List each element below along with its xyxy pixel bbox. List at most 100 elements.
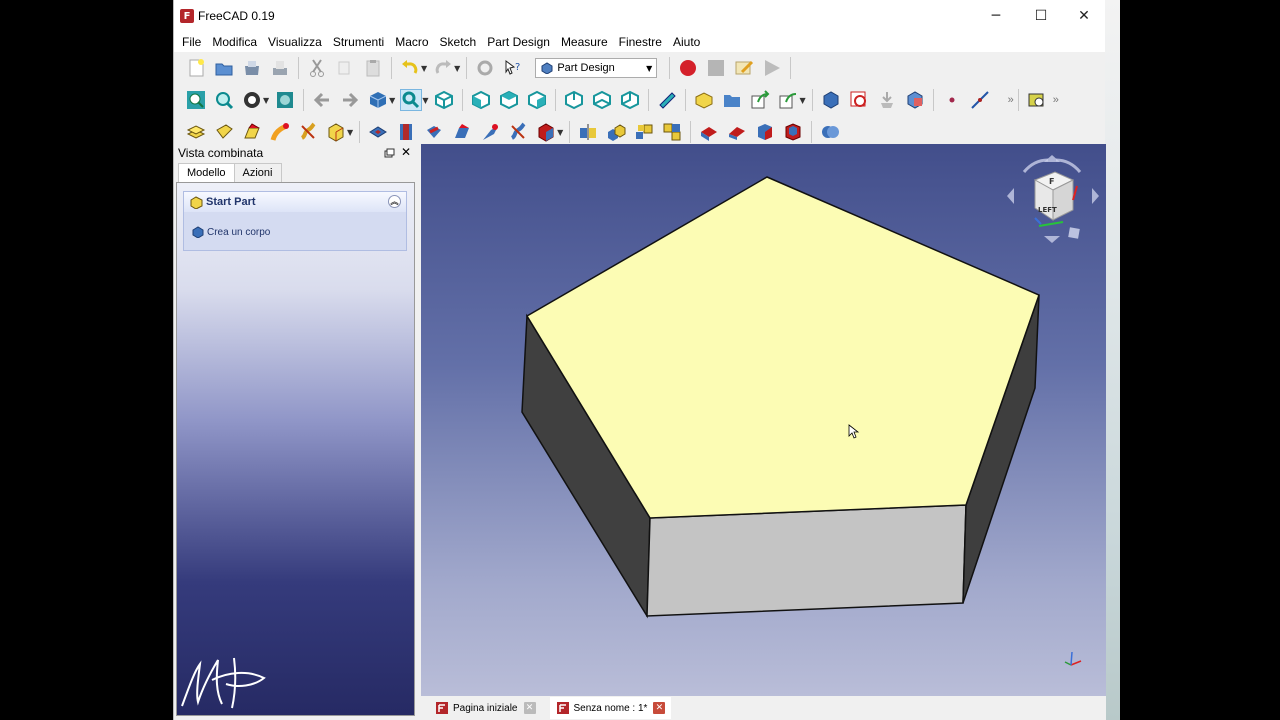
zoom-icon[interactable] xyxy=(400,89,423,111)
refresh-icon[interactable] xyxy=(474,57,496,79)
create-group-icon[interactable] xyxy=(721,89,743,111)
std-views-icon[interactable] xyxy=(367,89,389,111)
mirrored-icon[interactable] xyxy=(577,121,599,143)
collapse-chevron-icon[interactable]: ︽ xyxy=(388,195,401,208)
additive-pipe-icon[interactable] xyxy=(269,121,291,143)
view-isometric-icon[interactable] xyxy=(433,89,455,111)
bounding-box-icon[interactable] xyxy=(274,89,296,111)
subtractive-loft-icon[interactable] xyxy=(451,121,473,143)
paste-icon[interactable] xyxy=(362,57,384,79)
view-rear-icon[interactable] xyxy=(563,89,585,111)
macro-stop-icon[interactable] xyxy=(705,57,727,79)
zoom-dropdown-icon[interactable]: ▼ xyxy=(422,96,428,105)
measure-distance-icon[interactable] xyxy=(656,89,678,111)
close-tab-icon[interactable]: ✕ xyxy=(653,702,666,714)
subtractive-primitive-icon[interactable] xyxy=(535,121,557,143)
toolbar-overflow-icon-2[interactable]: » xyxy=(1053,94,1059,106)
toolbar-overflow-icon[interactable]: » xyxy=(1008,94,1014,106)
groove-icon[interactable] xyxy=(423,121,445,143)
boolean-icon[interactable] xyxy=(819,121,841,143)
create-line-icon[interactable] xyxy=(969,89,991,111)
new-document-icon[interactable] xyxy=(185,57,207,79)
pad-icon[interactable] xyxy=(185,121,207,143)
view-left-icon[interactable] xyxy=(619,89,641,111)
menu-help[interactable]: Aiuto xyxy=(667,35,705,49)
additive-helix-icon[interactable] xyxy=(297,121,319,143)
forward-arrow-icon[interactable] xyxy=(339,89,361,111)
minimize-button[interactable]: ─ xyxy=(974,0,1018,32)
undo-icon[interactable] xyxy=(399,57,421,79)
std-views-dropdown-icon[interactable]: ▼ xyxy=(389,96,395,105)
link-actions-dropdown-icon[interactable]: ▼ xyxy=(799,96,805,105)
create-part-icon[interactable] xyxy=(693,89,715,111)
menu-part-design[interactable]: Part Design xyxy=(481,35,555,49)
redo-dropdown-icon[interactable]: ▼ xyxy=(454,64,460,73)
validate-sketch-icon[interactable] xyxy=(876,89,898,111)
save-icon[interactable] xyxy=(241,57,263,79)
additive-primitive-dropdown-icon[interactable]: ▼ xyxy=(347,128,353,137)
fillet-icon[interactable] xyxy=(698,121,720,143)
draw-style-dropdown-icon[interactable]: ▼ xyxy=(263,96,269,105)
menu-sketch[interactable]: Sketch xyxy=(434,35,482,49)
menu-macro[interactable]: Macro xyxy=(389,35,433,49)
shape-binder-icon[interactable] xyxy=(904,89,926,111)
macro-edit-icon[interactable] xyxy=(733,57,755,79)
undo-dropdown-icon[interactable]: ▼ xyxy=(421,64,427,73)
close-button[interactable]: ✕ xyxy=(1062,0,1106,32)
view-bottom-icon[interactable] xyxy=(591,89,613,111)
draft-icon[interactable] xyxy=(754,121,776,143)
subtractive-helix-icon[interactable] xyxy=(507,121,529,143)
macro-record-icon[interactable] xyxy=(677,57,699,79)
view-top-icon[interactable] xyxy=(498,89,520,111)
multi-transform-icon[interactable] xyxy=(661,121,683,143)
tab-untitled-document[interactable]: Senza nome : 1* ✕ xyxy=(549,697,672,719)
whats-this-icon[interactable]: ? xyxy=(502,57,524,79)
tab-tasks[interactable]: Azioni xyxy=(233,163,282,182)
menu-measure[interactable]: Measure xyxy=(555,35,613,49)
view-front-icon[interactable] xyxy=(470,89,492,111)
redo-icon[interactable] xyxy=(432,57,454,79)
cut-icon[interactable] xyxy=(306,57,328,79)
menu-file[interactable]: File xyxy=(176,35,206,49)
pocket-icon[interactable] xyxy=(367,121,389,143)
float-panel-icon[interactable] xyxy=(384,148,395,159)
title-bar[interactable]: F FreeCAD 0.19 ─ ☐ ✕ xyxy=(174,0,1105,32)
tab-start-page[interactable]: Pagina iniziale ✕ xyxy=(429,697,542,719)
linear-pattern-icon[interactable] xyxy=(605,121,627,143)
close-panel-icon[interactable]: ✕ xyxy=(401,145,411,159)
menu-tools[interactable]: Strumenti xyxy=(327,35,389,49)
taskbox-header[interactable]: Start Part ︽ xyxy=(184,192,406,212)
additive-primitive-icon[interactable] xyxy=(325,121,347,143)
save-as-icon[interactable] xyxy=(269,57,291,79)
3d-viewport[interactable]: F LEFT xyxy=(421,144,1106,696)
create-point-icon[interactable] xyxy=(941,89,963,111)
create-body-action[interactable]: Crea un corpo xyxy=(192,226,270,238)
menu-windows[interactable]: Finestre xyxy=(613,35,667,49)
draw-style-icon[interactable] xyxy=(241,89,263,111)
fit-all-icon[interactable] xyxy=(185,89,207,111)
workbench-selector[interactable]: Part Design ▼ xyxy=(535,58,658,78)
menu-view[interactable]: Visualizza xyxy=(262,35,327,49)
hole-icon[interactable] xyxy=(395,121,417,143)
menu-edit[interactable]: Modifica xyxy=(206,35,262,49)
subtractive-primitive-dropdown-icon[interactable]: ▼ xyxy=(557,128,563,137)
thickness-icon[interactable] xyxy=(782,121,804,143)
create-sketch-icon[interactable] xyxy=(848,89,870,111)
subtractive-pipe-icon[interactable] xyxy=(479,121,501,143)
prism-front-face[interactable] xyxy=(646,504,967,617)
create-link-icon[interactable] xyxy=(749,89,771,111)
fit-selection-icon[interactable] xyxy=(213,89,235,111)
copy-icon[interactable] xyxy=(334,57,356,79)
back-arrow-icon[interactable] xyxy=(311,89,333,111)
macro-execute-icon[interactable] xyxy=(761,57,783,79)
measure-linear-icon[interactable] xyxy=(1026,89,1048,111)
tab-model[interactable]: Modello xyxy=(178,163,235,182)
create-body-icon[interactable] xyxy=(820,89,842,111)
polar-pattern-icon[interactable] xyxy=(633,121,655,143)
navigation-cube[interactable]: F LEFT xyxy=(1007,155,1099,243)
view-right-icon[interactable] xyxy=(526,89,548,111)
open-folder-icon[interactable] xyxy=(213,57,235,79)
revolution-icon[interactable] xyxy=(213,121,235,143)
link-actions-icon[interactable] xyxy=(777,89,799,111)
chamfer-icon[interactable] xyxy=(726,121,748,143)
